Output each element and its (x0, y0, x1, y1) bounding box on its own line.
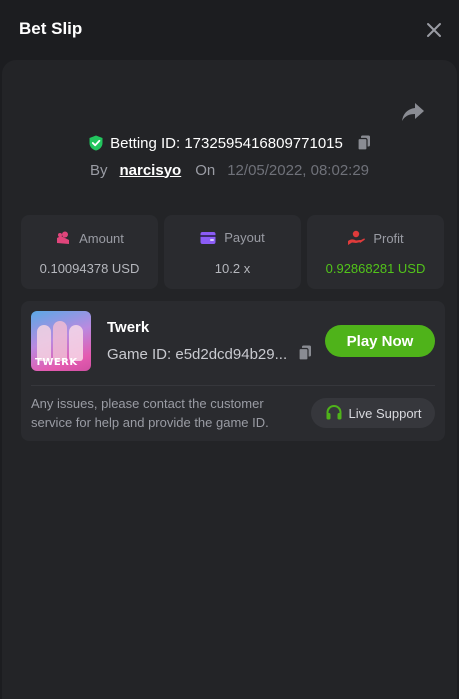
headset-icon (326, 404, 341, 420)
shield-check-icon (89, 135, 103, 151)
bet-slip-modal: Bet Slip Betting ID: 1732595416809771015… (0, 0, 459, 699)
modal-title: Bet Slip (19, 19, 83, 38)
amount-label: Amount (79, 230, 124, 246)
game-thumbnail[interactable]: TWERK (31, 311, 91, 371)
live-support-label: Live Support (348, 405, 422, 421)
share-icon[interactable] (401, 101, 425, 123)
bet-datetime: 12/05/2022, 08:02:29 (227, 161, 370, 179)
copy-icon[interactable] (357, 135, 371, 151)
payout-value: 10.2 x (214, 261, 251, 276)
wallet-icon (200, 231, 216, 244)
hand-coins-icon (348, 230, 366, 245)
card-divider (31, 385, 435, 386)
modal-header: Bet Slip (0, 0, 459, 60)
profit-label: Profit (373, 230, 404, 246)
game-thumbnail-text: TWERK (35, 357, 78, 368)
close-icon[interactable] (425, 21, 443, 39)
by-label: By (89, 161, 108, 179)
play-now-button[interactable]: Play Now (325, 325, 435, 357)
payout-label: Payout (224, 230, 265, 245)
username-link[interactable]: narcisyo (120, 162, 182, 179)
bet-meta-row: By narcisyo On 12/05/2022, 08:02:29 (0, 159, 459, 181)
copy-game-id-icon[interactable] (298, 345, 312, 361)
game-name: Twerk (107, 319, 150, 336)
payout-card: Payout 10.2 x (164, 215, 301, 289)
amount-value: 0.10094378 USD (39, 261, 140, 276)
live-support-button[interactable]: Live Support (311, 398, 435, 428)
game-id: Game ID: e5d2dcd94b29... (107, 346, 288, 363)
betting-id-text: Betting ID: 1732595416809771015 (110, 134, 343, 152)
game-card: TWERK Twerk Game ID: e5d2dcd94b29... Pla… (21, 301, 445, 441)
profit-value: 0.92868281 USD (325, 261, 426, 276)
on-label: On (195, 161, 216, 179)
support-notice: Any issues, please contact the customer … (31, 396, 269, 430)
coins-icon (57, 231, 70, 244)
profit-card: Profit 0.92868281 USD (307, 215, 444, 289)
amount-card: Amount 0.10094378 USD (21, 215, 158, 289)
betting-id-row: Betting ID: 1732595416809771015 (0, 132, 459, 154)
